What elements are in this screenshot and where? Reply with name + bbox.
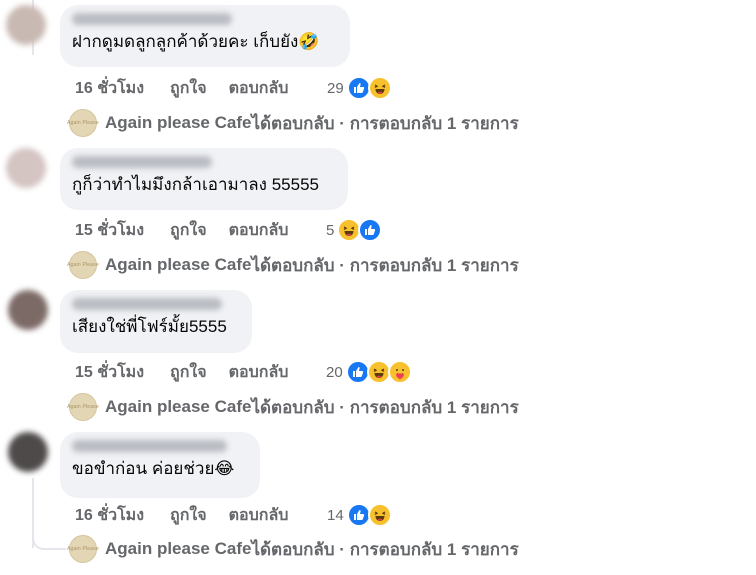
page-name: Again please Cafe <box>105 397 252 416</box>
commenter-avatar[interactable] <box>6 5 46 45</box>
care-icon <box>387 360 412 384</box>
comment-bubble: ขอขำก่อน ค่อยช่วย😂 <box>60 432 260 498</box>
like-action[interactable]: ถูกใจ <box>170 218 207 243</box>
comment-bubble: เสียงใช่พี่โฟร์มั้ย5555 <box>60 290 252 353</box>
page-avatar: Again Please <box>67 393 99 421</box>
comment-text: ขอขำก่อน ค่อยช่วย😂 <box>72 459 235 478</box>
reaction-count: 5 <box>326 221 335 239</box>
commenter-name-redacted[interactable] <box>72 440 227 452</box>
reaction-summary[interactable]: 14 <box>327 503 392 527</box>
replies-summary: ได้ตอบกลับ · การตอบกลับ 1 รายการ <box>251 255 519 275</box>
commenter-avatar[interactable] <box>8 432 48 472</box>
thread-curve <box>32 530 66 550</box>
comment-text: กูก็ว่าทำไมมึงกล้าเอามาลง 55555 <box>72 175 319 194</box>
page-name: Again please Cafe <box>105 113 252 132</box>
like-action[interactable]: ถูกใจ <box>170 76 207 101</box>
comment-actions: 16 ชั่วโมง ถูกใจ ตอบกลับ <box>75 76 288 100</box>
reaction-count: 29 <box>327 79 344 97</box>
comment-actions: 15 ชั่วโมง ถูกใจ ตอบกลับ <box>75 218 288 242</box>
replies-summary: ได้ตอบกลับ · การตอบกลับ 1 รายการ <box>251 539 519 559</box>
reaction-summary[interactable]: 5 <box>326 218 383 242</box>
page-avatar: Again Please <box>67 109 99 137</box>
view-replies-link[interactable]: Again Please Again please Cafe ได้ตอบกลั… <box>67 393 519 421</box>
reaction-count: 20 <box>326 363 343 381</box>
comment-text: ฝากดูมดลูกลูกค้าด้วยคะ เก็บยัง🤣 <box>72 32 320 51</box>
like-icon <box>358 218 383 242</box>
reaction-summary[interactable]: 20 <box>326 360 412 384</box>
comment-timestamp[interactable]: 16 ชั่วโมง <box>75 503 144 528</box>
comment-bubble: ฝากดูมดลูกลูกค้าด้วยคะ เก็บยัง🤣 <box>60 5 350 67</box>
page-avatar: Again Please <box>67 251 99 279</box>
reply-action[interactable]: ตอบกลับ <box>229 76 289 101</box>
commenter-name-redacted[interactable] <box>72 156 212 168</box>
reply-action[interactable]: ตอบกลับ <box>229 503 289 528</box>
commenter-avatar[interactable] <box>8 290 48 330</box>
replies-summary: ได้ตอบกลับ · การตอบกลับ 1 รายการ <box>251 113 519 133</box>
comment-text: เสียงใช่พี่โฟร์มั้ย5555 <box>72 317 227 336</box>
page-avatar: Again Please <box>67 535 99 563</box>
view-replies-link[interactable]: Again Please Again please Cafe ได้ตอบกลั… <box>67 109 519 137</box>
replies-summary: ได้ตอบกลับ · การตอบกลับ 1 รายการ <box>251 397 519 417</box>
comment-actions: 16 ชั่วโมง ถูกใจ ตอบกลับ <box>75 503 288 527</box>
page-name: Again please Cafe <box>105 539 252 558</box>
comment-bubble: กูก็ว่าทำไมมึงกล้าเอามาลง 55555 <box>60 148 348 210</box>
commenter-avatar[interactable] <box>6 148 46 188</box>
comment-timestamp[interactable]: 16 ชั่วโมง <box>75 76 144 101</box>
comment-timestamp[interactable]: 15 ชั่วโมง <box>75 218 144 243</box>
like-action[interactable]: ถูกใจ <box>170 503 207 528</box>
reaction-count: 14 <box>327 506 344 524</box>
reaction-summary[interactable]: 29 <box>327 76 392 100</box>
view-replies-link[interactable]: Again Please Again please Cafe ได้ตอบกลั… <box>67 535 519 563</box>
reply-action[interactable]: ตอบกลับ <box>229 360 289 385</box>
like-action[interactable]: ถูกใจ <box>170 360 207 385</box>
haha-icon <box>367 503 392 527</box>
view-replies-link[interactable]: Again Please Again please Cafe ได้ตอบกลั… <box>67 251 519 279</box>
comment-timestamp[interactable]: 15 ชั่วโมง <box>75 360 144 385</box>
haha-icon <box>367 76 392 100</box>
commenter-name-redacted[interactable] <box>72 13 232 25</box>
page-name: Again please Cafe <box>105 255 252 274</box>
reply-action[interactable]: ตอบกลับ <box>229 218 289 243</box>
comment-actions: 15 ชั่วโมง ถูกใจ ตอบกลับ <box>75 360 288 384</box>
commenter-name-redacted[interactable] <box>72 298 222 310</box>
